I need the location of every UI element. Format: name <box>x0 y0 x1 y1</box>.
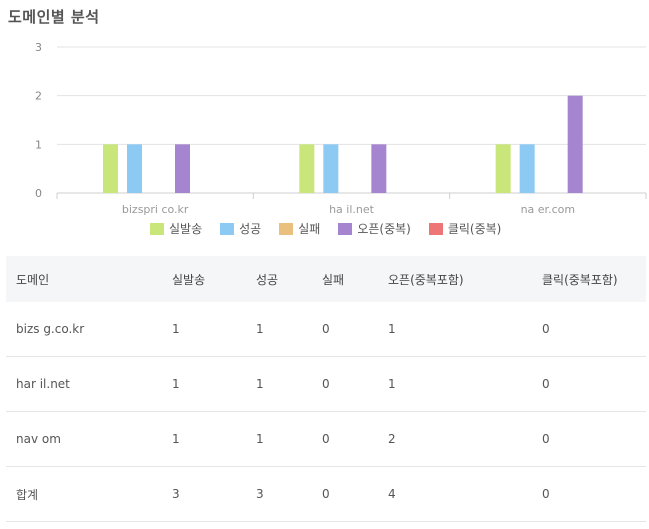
cell-click: 0 <box>532 466 646 522</box>
cell-fail: 0 <box>312 302 378 357</box>
header-fail: 실패 <box>322 272 345 287</box>
y-tick-label: 1 <box>35 138 42 151</box>
x-category-label: ha il.net <box>329 203 375 215</box>
cell-open: 4 <box>378 466 532 522</box>
table-row: nav om 1 1 0 2 0 <box>6 411 646 467</box>
bar-4[interactable] <box>175 144 190 193</box>
table-header-row: 도메인 실발송 성공 실패 오픈(중복포함) 클릭(중복포함) <box>6 256 646 302</box>
legend-label: 오픈(중복) <box>357 222 411 236</box>
legend-label: 클릭(중복) <box>447 222 502 236</box>
chart-legend: 실발송 성공 실패 오픈(중복) 클릭(중복) <box>150 220 501 237</box>
cell-fail: 0 <box>312 466 378 522</box>
legend-item[interactable]: 성공 <box>220 220 261 237</box>
bar-1[interactable] <box>495 144 511 193</box>
cell-domain: 합계 <box>6 466 162 522</box>
legend-swatch <box>428 222 443 235</box>
bar-2[interactable] <box>519 144 535 193</box>
table-total-row: 합계 3 3 0 4 0 <box>6 466 646 522</box>
cell-open: 1 <box>378 302 532 357</box>
header-click: 클릭(중복포함) <box>542 272 618 287</box>
cell-success: 1 <box>246 302 312 357</box>
table-row: har il.net 1 1 0 1 0 <box>6 356 646 412</box>
table-row: bizs g.co.kr 1 1 0 1 0 <box>6 302 646 357</box>
cell-domain: har il.net <box>6 356 162 412</box>
cell-success: 3 <box>246 466 312 522</box>
legend-item[interactable]: 오픈(중복) <box>338 220 411 237</box>
cell-sent: 1 <box>162 411 246 467</box>
cell-click: 0 <box>532 356 646 412</box>
legend-item[interactable]: 실발송 <box>150 220 202 237</box>
legend-swatch <box>150 222 164 235</box>
bar-2[interactable] <box>127 144 142 193</box>
domain-bar-chart: 0 1 2 3 bizspri co.kr ha il.net na er.com <box>35 41 647 215</box>
x-category-label: bizspri co.kr <box>122 203 189 215</box>
header-open: 오픈(중복포함) <box>388 272 464 287</box>
bar-1[interactable] <box>299 144 315 193</box>
x-category-label: na er.com <box>521 203 575 215</box>
cell-open: 1 <box>378 356 532 412</box>
bar-4[interactable] <box>371 144 387 193</box>
cell-sent: 3 <box>162 466 246 522</box>
legend-label: 성공 <box>239 222 262 236</box>
y-tick-label: 2 <box>35 90 42 103</box>
y-tick-label: 0 <box>35 187 42 200</box>
cell-click: 0 <box>532 302 646 357</box>
cell-domain: bizs g.co.kr <box>6 302 162 357</box>
header-domain: 도메인 <box>16 272 50 287</box>
cell-click: 0 <box>532 411 646 467</box>
cell-success: 1 <box>246 411 312 467</box>
bar-4[interactable] <box>567 95 583 193</box>
legend-item[interactable]: 실패 <box>279 220 320 237</box>
cell-success: 1 <box>246 356 312 412</box>
legend-item[interactable]: 클릭(중복) <box>428 220 502 237</box>
y-tick-label: 3 <box>35 41 42 54</box>
cell-fail: 0 <box>312 411 378 467</box>
cell-fail: 0 <box>312 356 378 412</box>
bar-2[interactable] <box>323 144 339 193</box>
legend-label: 실발송 <box>169 222 203 236</box>
header-sent: 실발송 <box>172 272 206 287</box>
bar-1[interactable] <box>103 144 118 193</box>
legend-swatch <box>338 222 353 235</box>
cell-sent: 1 <box>162 302 246 357</box>
cell-open: 2 <box>378 411 532 467</box>
legend-swatch <box>220 222 235 235</box>
domain-stats-table: 도메인 실발송 성공 실패 오픈(중복포함) 클릭(중복포함) bizs g.c… <box>6 256 646 522</box>
legend-swatch <box>279 222 294 235</box>
header-success: 성공 <box>256 272 279 287</box>
cell-domain: nav om <box>6 411 162 467</box>
cell-sent: 1 <box>162 356 246 412</box>
legend-label: 실패 <box>298 222 321 236</box>
